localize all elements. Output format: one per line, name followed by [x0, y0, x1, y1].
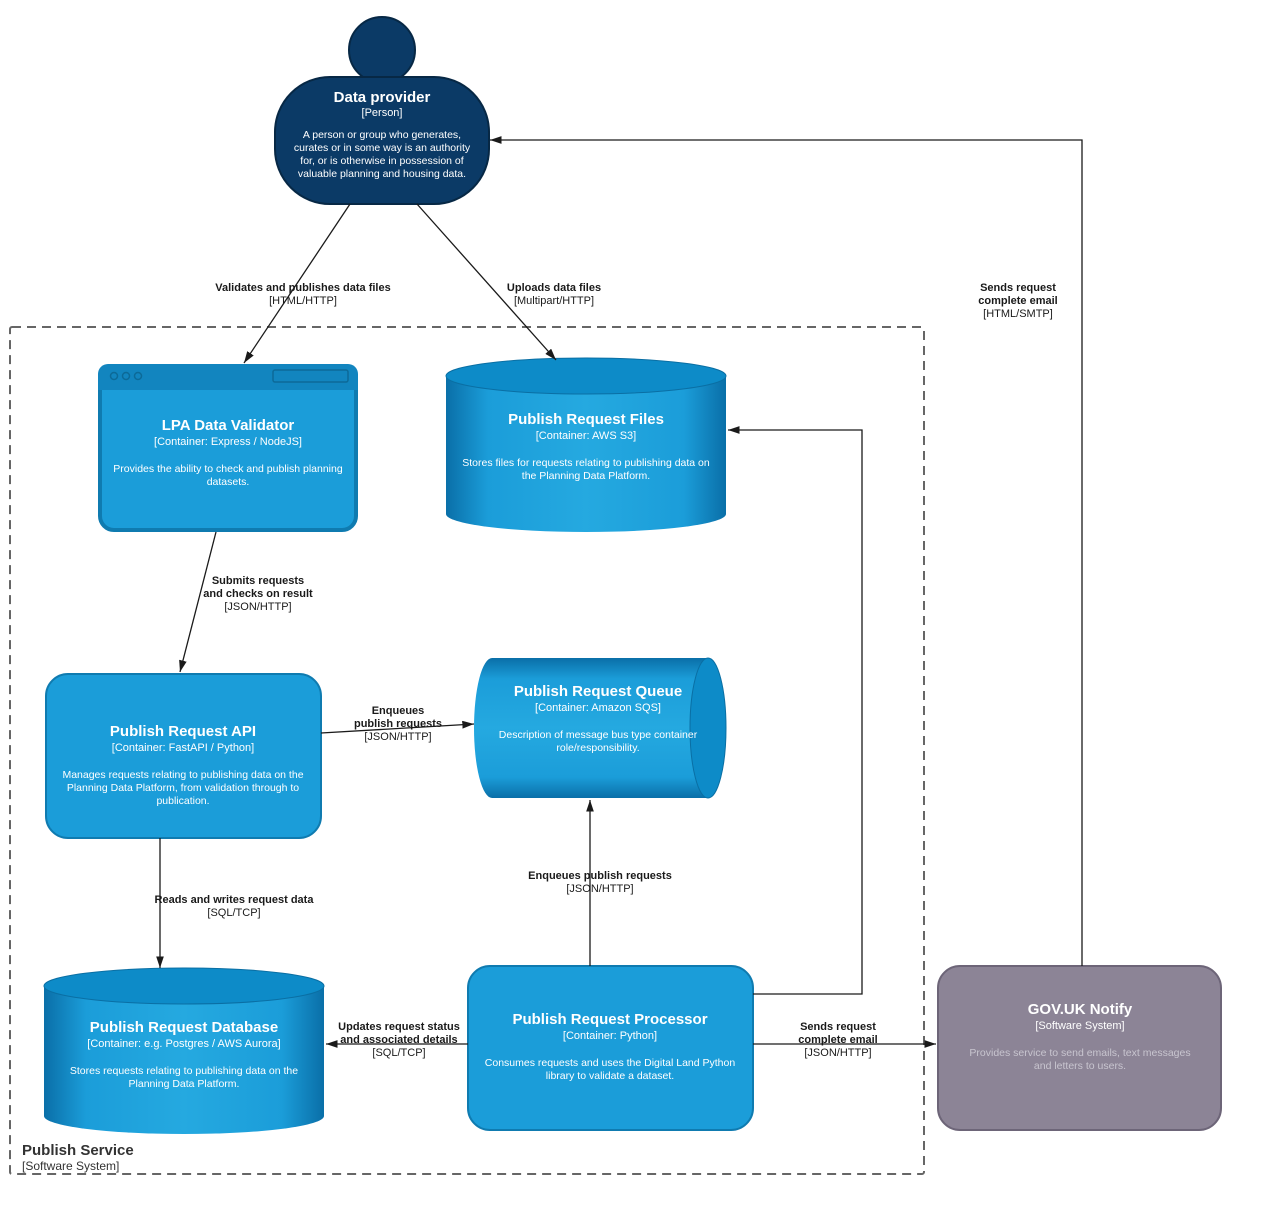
svg-text:[Container: Python]: [Container: Python] [563, 1030, 657, 1042]
edge-proc-files [728, 430, 862, 994]
svg-text:Provides service to send email: Provides service to send emails, text me… [969, 1047, 1190, 1059]
svg-text:valuable planning and housing: valuable planning and housing data. [298, 168, 466, 180]
label-updates: Updates request status [338, 1021, 460, 1033]
svg-text:[Person]: [Person] [362, 107, 403, 119]
svg-text:role/responsibility.: role/responsibility. [556, 742, 639, 754]
svg-text:[HTML/HTTP]: [HTML/HTTP] [269, 295, 337, 307]
person-actor: Data provider [Person] A person or group… [275, 17, 489, 204]
container-lpa-validator: LPA Data Validator [Container: Express /… [98, 364, 358, 530]
container-publish-db: Publish Request Database [Container: e.g… [44, 968, 324, 1134]
label-reads: Reads and writes request data [155, 894, 315, 906]
svg-text:Provides the ability to check: Provides the ability to check and publis… [113, 463, 343, 475]
svg-text:Stores files for requests rela: Stores files for requests relating to pu… [462, 457, 710, 469]
svg-text:A person or group who generate: A person or group who generates, [303, 129, 461, 141]
container-publish-files: Publish Request Files [Container: AWS S3… [446, 358, 726, 532]
container-publish-processor: Publish Request Processor [Container: Py… [468, 966, 753, 1130]
svg-text:datasets.: datasets. [207, 476, 250, 488]
svg-text:and letters to users.: and letters to users. [1034, 1060, 1126, 1072]
svg-text:and checks on result: and checks on result [203, 588, 313, 600]
svg-text:complete email: complete email [978, 295, 1057, 307]
svg-text:Publish Request API: Publish Request API [110, 723, 256, 740]
label-enqueues2: Enqueues publish requests [528, 870, 672, 882]
svg-text:publish requests: publish requests [354, 718, 442, 730]
label-validates: Validates and publishes data files [215, 282, 390, 294]
svg-text:Manages requests relating to p: Manages requests relating to publishing … [62, 769, 303, 781]
svg-text:the Planning Data Platform.: the Planning Data Platform. [522, 470, 650, 482]
label-uploads: Uploads data files [507, 282, 601, 294]
svg-text:[JSON/HTTP]: [JSON/HTTP] [224, 601, 291, 613]
svg-text:Data provider: Data provider [334, 89, 431, 106]
svg-text:Description of message bus typ: Description of message bus type containe… [499, 729, 698, 741]
svg-text:complete email: complete email [798, 1034, 877, 1046]
svg-text:publication.: publication. [156, 795, 209, 807]
boundary-title: Publish Service [22, 1142, 134, 1159]
label-enqueues: Enqueues [372, 705, 425, 717]
svg-text:[Container: AWS S3]: [Container: AWS S3] [536, 430, 636, 442]
svg-text:[SQL/TCP]: [SQL/TCP] [207, 907, 260, 919]
svg-text:[Container: Amazon SQS]: [Container: Amazon SQS] [535, 702, 661, 714]
edge-sends-email [490, 140, 1082, 966]
svg-text:Planning Data Platform, from v: Planning Data Platform, from validation … [67, 782, 299, 794]
svg-text:LPA Data Validator: LPA Data Validator [162, 417, 295, 434]
svg-text:Consumes requests and uses the: Consumes requests and uses the Digital L… [485, 1057, 736, 1069]
svg-text:[JSON/HTTP]: [JSON/HTTP] [804, 1047, 871, 1059]
svg-text:GOV.UK Notify: GOV.UK Notify [1028, 1001, 1133, 1018]
edge-submits [180, 532, 216, 672]
svg-text:library to validate a dataset.: library to validate a dataset. [546, 1070, 674, 1082]
svg-text:Publish Request Files: Publish Request Files [508, 411, 664, 428]
svg-text:curates or in some way is an a: curates or in some way is an authority [294, 142, 471, 154]
container-publish-queue: Publish Request Queue [Container: Amazon… [474, 658, 726, 798]
system-govuk-notify: GOV.UK Notify [Software System] Provides… [938, 966, 1221, 1130]
label-sends-email: Sends request [980, 282, 1056, 294]
svg-text:Stores requests relating to pu: Stores requests relating to publishing d… [70, 1065, 298, 1077]
svg-text:Publish Request Processor: Publish Request Processor [512, 1011, 707, 1028]
svg-text:[JSON/HTTP]: [JSON/HTTP] [364, 731, 431, 743]
svg-text:and associated details: and associated details [340, 1034, 457, 1046]
container-publish-api: Publish Request API [Container: FastAPI … [46, 674, 321, 838]
svg-text:[Container: Express / NodeJS]: [Container: Express / NodeJS] [154, 436, 302, 448]
svg-text:[Software System]: [Software System] [1035, 1020, 1124, 1032]
svg-text:for, or is otherwise in posses: for, or is otherwise in possession of [300, 155, 463, 167]
svg-text:[Container: FastAPI / Python]: [Container: FastAPI / Python] [112, 742, 254, 754]
svg-text:[JSON/HTTP]: [JSON/HTTP] [566, 883, 633, 895]
svg-text:[HTML/SMTP]: [HTML/SMTP] [983, 308, 1053, 320]
svg-text:[Multipart/HTTP]: [Multipart/HTTP] [514, 295, 594, 307]
svg-text:[SQL/TCP]: [SQL/TCP] [372, 1047, 425, 1059]
svg-text:Planning Data Platform.: Planning Data Platform. [129, 1078, 240, 1090]
label-sends2: Sends request [800, 1021, 876, 1033]
label-submits: Submits requests [212, 575, 304, 587]
svg-text:Publish Request Database: Publish Request Database [90, 1019, 278, 1036]
svg-text:[Container: e.g. Postgres / AW: [Container: e.g. Postgres / AWS Aurora] [87, 1038, 280, 1050]
svg-text:Publish Request Queue: Publish Request Queue [514, 683, 682, 700]
boundary-subtitle: [Software System] [22, 1159, 119, 1173]
